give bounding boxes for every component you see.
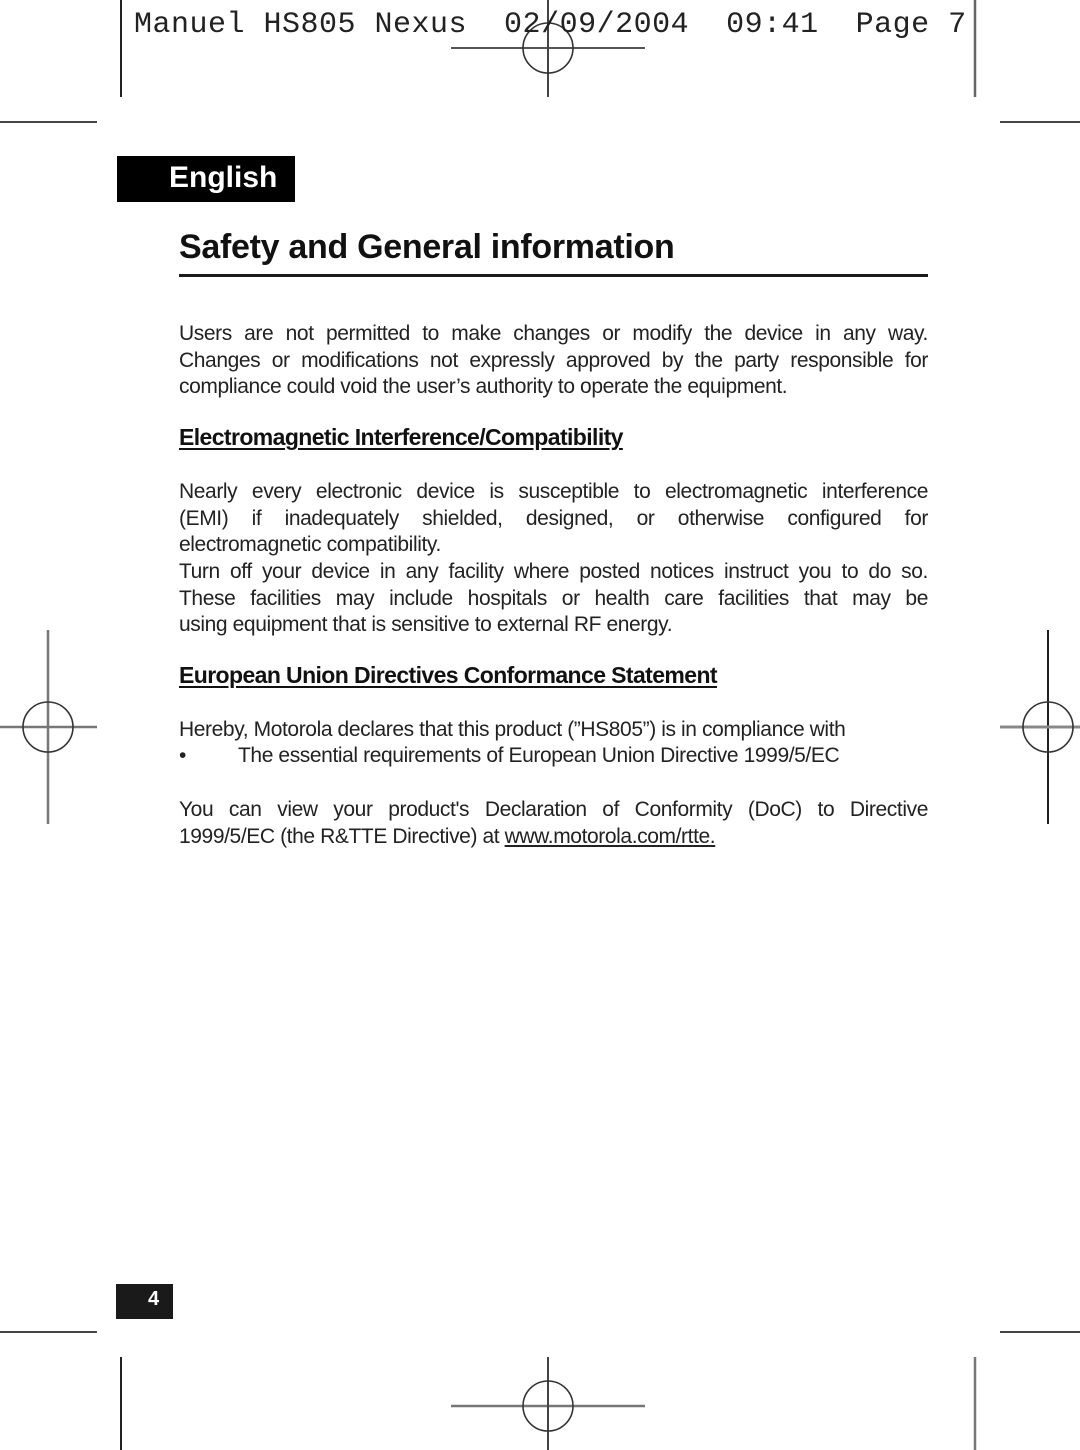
- doc-text-prefix: 1999/5/EC (the R&TTE Directive) at: [179, 824, 505, 848]
- paragraph-line: electromagnetic compatibility.: [179, 533, 441, 556]
- intro-line: Users are not permitted to make changes …: [179, 322, 928, 345]
- title-underline-rule: [179, 274, 928, 277]
- intro-line: Changes or modifications not expressly a…: [179, 348, 928, 372]
- paragraph-line: 1999/5/EC (the R&TTE Directive) at www.m…: [179, 824, 928, 851]
- eu-intro: Hereby, Motorola declares that this prod…: [179, 717, 928, 744]
- intro-line: compliance could void the user’s authori…: [179, 375, 788, 398]
- registration-target-icon-bottom: [451, 1357, 645, 1450]
- paragraph-line: Hereby, Motorola declares that this prod…: [179, 718, 846, 741]
- paragraph-line: You can view your product's Declaration …: [179, 798, 928, 821]
- print-slug-header: Manuel HS805 Nexus 02/09/2004 09:41 Page…: [134, 8, 967, 42]
- registration-target-icon-right: [1000, 630, 1080, 824]
- emi-paragraph-1: Nearly every electronic device is suscep…: [179, 479, 928, 559]
- intro-paragraph: Users are not permitted to make changes …: [179, 321, 928, 401]
- language-tab: English: [117, 156, 295, 202]
- emi-paragraph-2: Turn off your device in any facility whe…: [179, 559, 928, 639]
- paragraph-line: These facilities may include hospitals o…: [179, 586, 928, 610]
- page-number-badge: 4: [116, 1284, 173, 1319]
- doc-paragraph: You can view your product's Declaration …: [179, 797, 928, 850]
- bullet-icon: •: [179, 744, 186, 767]
- motorola-rtte-link[interactable]: www.motorola.com/rtte.: [505, 825, 716, 848]
- page-number: 4: [148, 1288, 160, 1310]
- section-heading-eu-directives: European Union Directives Conformance St…: [179, 662, 718, 688]
- paragraph-line: Nearly every electronic device is suscep…: [179, 480, 928, 503]
- paragraph-line: Turn off your device in any facility whe…: [179, 560, 928, 583]
- section-heading-emi: Electromagnetic Interference/Compatibili…: [179, 424, 623, 450]
- registration-target-icon-left: [0, 630, 97, 824]
- paragraph-line: (EMI) if inadequately shielded, designed…: [179, 506, 928, 530]
- language-tab-label: English: [169, 161, 278, 194]
- paragraph-line: using equipment that is sensitive to ext…: [179, 613, 673, 636]
- bullet-text: The essential requirements of European U…: [238, 744, 840, 767]
- page-title: Safety and General information: [179, 228, 675, 266]
